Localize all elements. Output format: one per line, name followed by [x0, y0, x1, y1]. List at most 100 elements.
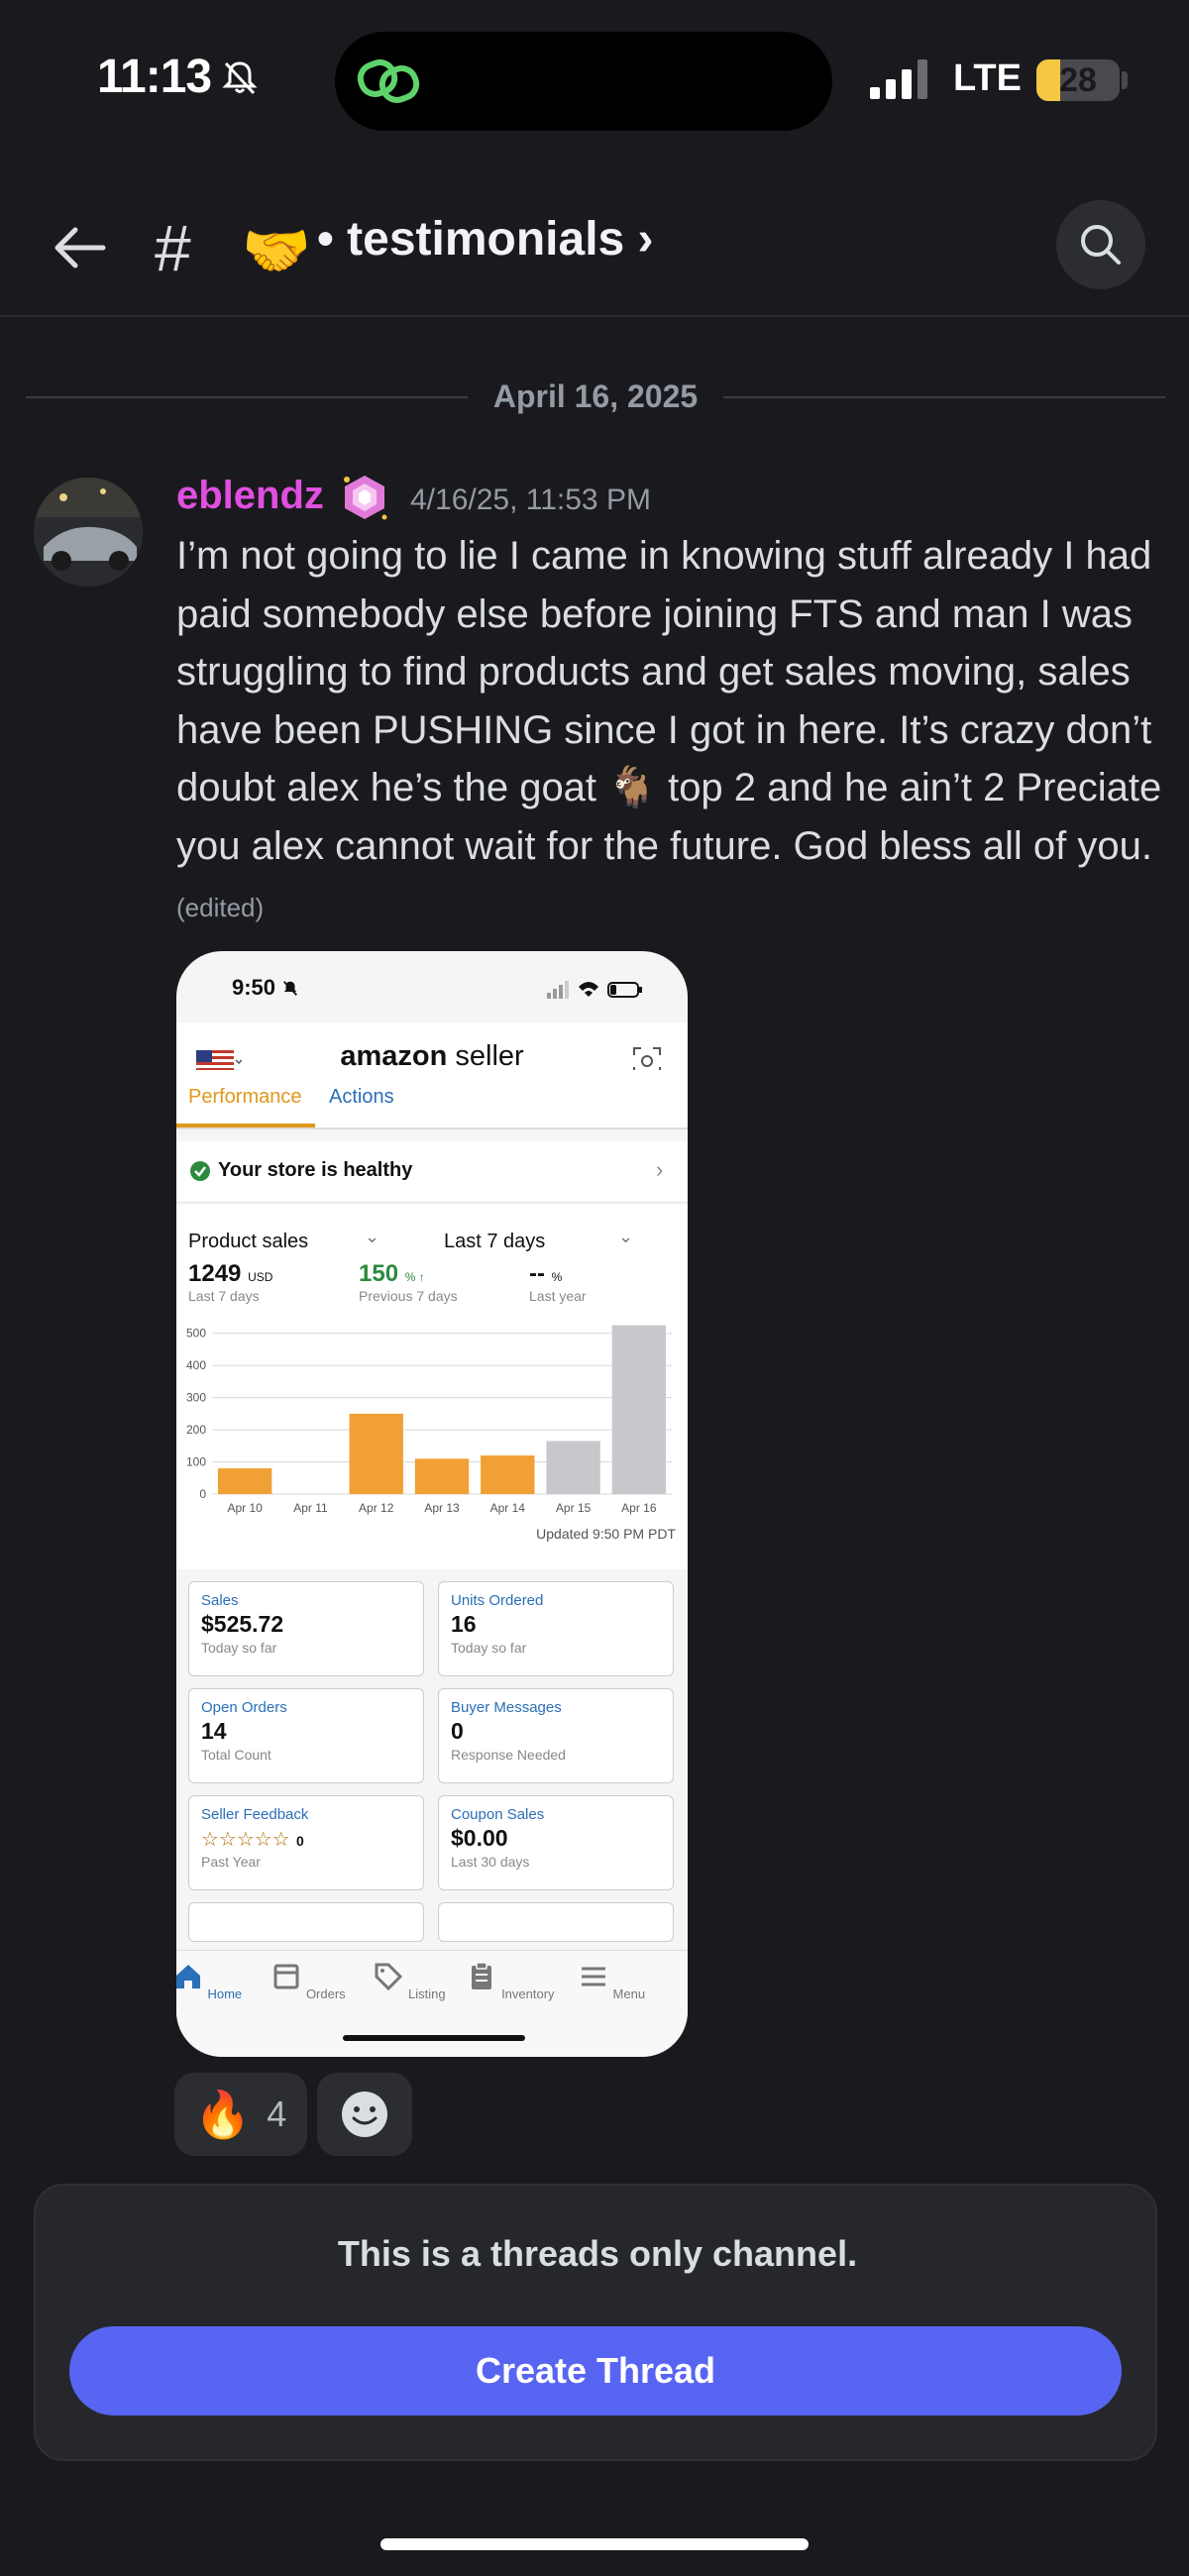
chevron-down-icon: ⌄ [618, 1227, 634, 1246]
box-icon [273, 1964, 299, 1989]
range-dropdown[interactable]: Last 7 days [444, 1231, 545, 1253]
stat-unit: % ↑ [404, 1270, 425, 1284]
card-title: Units Ordered [451, 1592, 544, 1609]
threads-only-panel: This is a threads only channel. Create T… [34, 2184, 1157, 2461]
message-text: I’m not going to lie I came in knowing s… [176, 534, 1162, 868]
card-partial [438, 1902, 674, 1942]
image-attachment[interactable]: 9:50 amazon seller Performance Actions Y… [176, 951, 688, 2057]
nav-listing[interactable]: Listing [365, 1961, 454, 2001]
metric-dropdown[interactable]: Product sales [188, 1231, 308, 1253]
bell-off-icon [222, 61, 258, 95]
sales-panel: Product sales ⌄ Last 7 days ⌄ 1249 USD L… [176, 1205, 688, 1569]
bar-apr-14 [481, 1455, 535, 1494]
avatar[interactable] [34, 478, 143, 587]
date-label: April 16, 2025 [467, 378, 724, 414]
card-coupon-sales[interactable]: Coupon Sales $0.00 Last 30 days [438, 1795, 674, 1890]
home-indicator[interactable] [380, 2538, 809, 2550]
card-sub: Today so far [451, 1640, 527, 1656]
tab-performance[interactable]: Performance [188, 1086, 302, 1109]
card-open-orders[interactable]: Open Orders 14 Total Count [188, 1688, 424, 1783]
message-body[interactable]: I’m not going to lie I came in knowing s… [176, 527, 1167, 937]
card-sub: Response Needed [451, 1747, 566, 1763]
x-tick-label: Apr 16 [621, 1501, 657, 1515]
battery-icon: 28 [1036, 59, 1120, 101]
channel-header: # 🤝 • testimonials › [0, 178, 1189, 317]
amazon-seller-logo: amazon seller [176, 1040, 688, 1083]
nav-label: Menu [612, 1986, 646, 2001]
nav-label: Home [207, 1986, 243, 2001]
stat-sub: Last 7 days [188, 1288, 260, 1304]
card-title: Open Orders [201, 1699, 287, 1716]
card-value: 14 [201, 1718, 227, 1744]
nav-inventory[interactable]: Inventory [466, 1961, 555, 2001]
home-icon [176, 1965, 200, 1988]
updated-label: Updated 9:50 PM PDT [536, 1526, 676, 1542]
card-value: $525.72 [201, 1611, 284, 1637]
threads-only-notice: This is a threads only channel. [337, 2233, 858, 2274]
active-tab-indicator [176, 1124, 315, 1127]
store-health-text: Your store is healthy [218, 1159, 413, 1181]
car-avatar-image [34, 478, 143, 587]
feedback-count: 0 [296, 1833, 304, 1849]
y-tick-label: 0 [199, 1487, 206, 1501]
card-partial [188, 1902, 424, 1942]
check-icon [190, 1161, 210, 1181]
stat-sub: Previous 7 days [359, 1288, 458, 1304]
link-activity-icon [357, 59, 420, 103]
performance-tabs: Performance Actions [176, 1070, 688, 1129]
card-seller-feedback[interactable]: Seller Feedback ☆☆☆☆☆ 0 Past Year [188, 1795, 424, 1890]
chevron-right-icon: › [656, 1157, 664, 1182]
reaction-fire[interactable]: 🔥 4 [174, 2073, 307, 2156]
card-sales[interactable]: Sales $525.72 Today so far [188, 1581, 424, 1676]
y-tick-label: 400 [186, 1358, 206, 1372]
card-value: $0.00 [451, 1825, 508, 1851]
nav-orders[interactable]: Orders [264, 1961, 353, 2001]
status-bar: 11:13 LTE 28 [0, 0, 1189, 159]
attachment-home-indicator [343, 2035, 525, 2041]
x-tick-label: Apr 11 [293, 1501, 328, 1515]
stat-unit: % [551, 1270, 563, 1284]
channel-name[interactable]: • testimonials › [317, 212, 654, 267]
clipboard-icon [472, 1962, 492, 1989]
nav-label: Orders [305, 1986, 346, 2001]
logo-sub: seller [447, 1040, 524, 1072]
card-title: Coupon Sales [451, 1806, 545, 1823]
add-reaction-button[interactable] [317, 2073, 412, 2156]
card-units-ordered[interactable]: Units Ordered 16 Today so far [438, 1581, 674, 1676]
battery-tip [1122, 71, 1128, 89]
arrow-left-icon [54, 227, 106, 268]
x-tick-label: Apr 13 [424, 1501, 460, 1515]
card-title: Sales [201, 1592, 239, 1609]
create-thread-button[interactable]: Create Thread [69, 2326, 1122, 2415]
stat-value: -- [529, 1260, 545, 1287]
y-tick-label: 200 [186, 1423, 206, 1437]
chevron-down-icon: ⌄ [365, 1227, 380, 1246]
handshake-icon: 🤝 [242, 219, 311, 281]
edited-label: (edited) [176, 893, 265, 922]
channel-hash-icon: # [155, 211, 191, 284]
card-buyer-messages[interactable]: Buyer Messages 0 Response Needed [438, 1688, 674, 1783]
sales-bar-chart: 0 100 200 300 400 500 Apr 10 Apr 11 Apr 12 Apr 13… [186, 1325, 672, 1515]
card-title: Buyer Messages [451, 1699, 562, 1716]
stat-value: 1249 [188, 1260, 242, 1287]
nav-menu[interactable]: Menu [567, 1961, 656, 2001]
search-button[interactable] [1056, 200, 1145, 289]
store-health-row[interactable]: Your store is healthy › [176, 1141, 688, 1203]
card-sub: Past Year [201, 1854, 261, 1870]
back-button[interactable] [40, 208, 119, 287]
stat-value: 150 [359, 1260, 399, 1287]
menu-icon [581, 1967, 605, 1986]
username[interactable]: eblendz [176, 474, 324, 518]
date-divider: April 16, 2025 [26, 375, 1165, 418]
card-sub: Last 30 days [451, 1854, 530, 1870]
role-badge-icon [344, 476, 387, 520]
network-type: LTE [953, 57, 1022, 99]
logo-main: amazon [340, 1040, 448, 1072]
tab-actions[interactable]: Actions [329, 1086, 394, 1109]
card-sub: Today so far [201, 1640, 277, 1656]
bar-apr-16 [611, 1325, 667, 1494]
bar-apr-12 [349, 1413, 403, 1494]
x-tick-label: Apr 15 [556, 1501, 592, 1515]
x-tick-label: Apr 12 [359, 1501, 394, 1515]
nav-home[interactable]: Home [176, 1961, 252, 2001]
